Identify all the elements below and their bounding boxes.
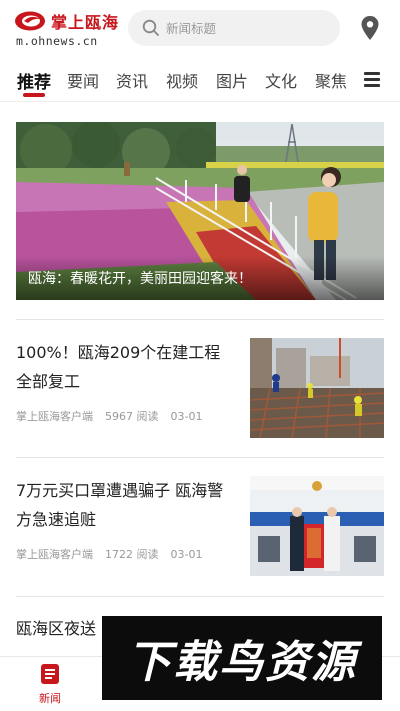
tab-info[interactable]: 资讯 xyxy=(116,68,148,92)
search-bar[interactable] xyxy=(128,10,340,46)
news-reads: 5967 阅读 xyxy=(105,410,159,423)
app-header: 掌上瓯海 m.ohnews.cn xyxy=(0,0,400,58)
news-source: 掌上瓯海客户端 xyxy=(16,410,93,423)
divider xyxy=(16,596,384,597)
hero-caption: 瓯海：春暖花开，美丽田园迎客来！ xyxy=(28,271,252,287)
logo-url: m.ohnews.cn xyxy=(16,34,98,48)
tab-recommend[interactable]: 推荐 xyxy=(17,68,51,93)
tab-culture[interactable]: 文化 xyxy=(265,68,297,92)
news-icon xyxy=(41,664,59,684)
news-meta: 掌上瓯海客户端 5967 阅读 03-01 xyxy=(16,408,214,424)
hero-card[interactable]: 瓯海：春暖花开，美丽田园迎客来！ xyxy=(16,122,384,300)
menu-icon[interactable] xyxy=(364,72,382,88)
tab-video[interactable]: 视频 xyxy=(166,68,198,92)
category-tabs: 推荐 要闻 资讯 视频 图片 文化 聚焦 xyxy=(0,60,400,100)
news-date: 03-01 xyxy=(170,548,203,561)
news-thumbnail xyxy=(250,476,384,576)
search-icon xyxy=(142,19,159,36)
logo-name: 掌上瓯海 xyxy=(51,13,120,32)
watermark-text: 下载鸟资源 xyxy=(127,637,357,688)
news-meta: 掌上瓯海客户端 1722 阅读 03-01 xyxy=(16,546,214,562)
tab-focus[interactable]: 聚焦 xyxy=(315,68,347,92)
tab-pictures[interactable]: 图片 xyxy=(216,68,248,92)
news-thumbnail xyxy=(250,338,384,438)
nav-item-news[interactable]: 新闻 xyxy=(0,657,100,711)
app-logo[interactable]: 掌上瓯海 m.ohnews.cn xyxy=(14,8,126,50)
active-tab-indicator xyxy=(23,93,45,97)
news-title: 7万元买口罩遭遇骗子 瓯海警方急速追赃 xyxy=(16,481,224,529)
tabs-divider xyxy=(0,101,400,102)
divider xyxy=(16,457,384,458)
search-input[interactable] xyxy=(166,10,326,46)
news-date: 03-01 xyxy=(170,410,203,423)
logo-mark-icon xyxy=(15,11,45,31)
nav-label: 新闻 xyxy=(39,692,61,705)
news-item[interactable]: 100%！瓯海209个在建工程全部复工 掌上瓯海客户端 5967 阅读 03-01 xyxy=(16,338,384,438)
news-title: 100%！瓯海209个在建工程全部复工 xyxy=(16,343,221,391)
news-source: 掌上瓯海客户端 xyxy=(16,548,93,561)
divider xyxy=(16,319,384,320)
news-item[interactable]: 7万元买口罩遭遇骗子 瓯海警方急速追赃 掌上瓯海客户端 1722 阅读 03-01 xyxy=(16,476,384,576)
location-icon[interactable] xyxy=(360,15,380,41)
news-reads: 1722 阅读 xyxy=(105,548,159,561)
watermark: 下载鸟资源 xyxy=(102,616,382,700)
tab-headlines[interactable]: 要闻 xyxy=(67,68,99,92)
